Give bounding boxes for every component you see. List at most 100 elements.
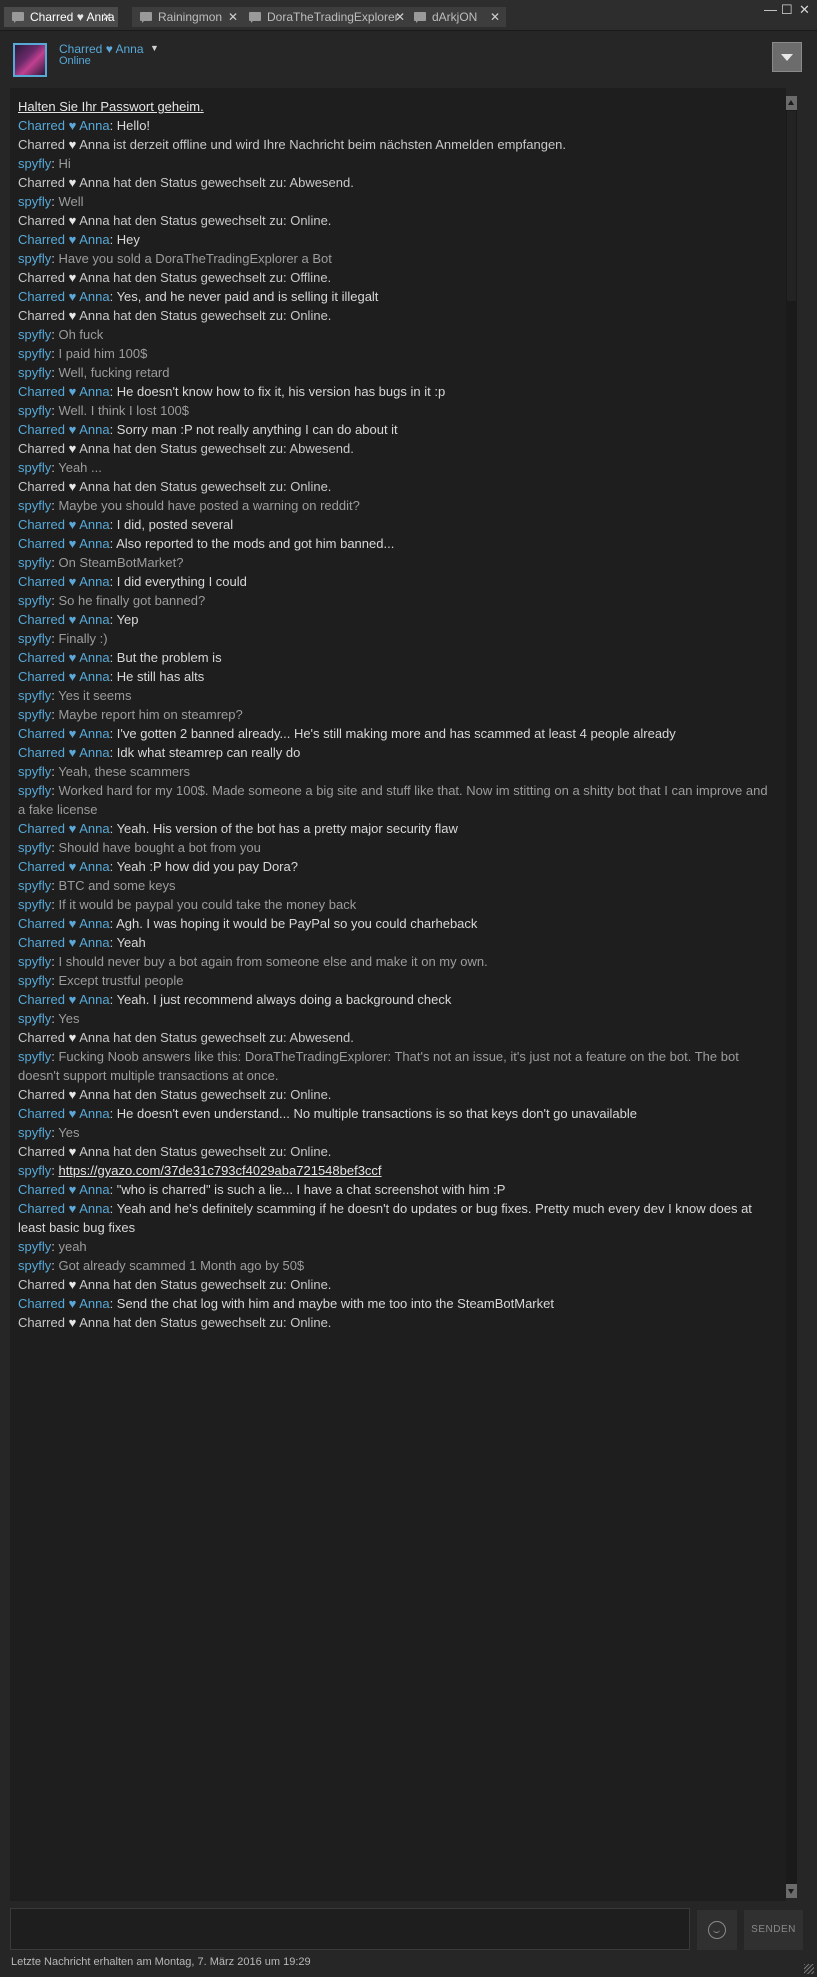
close-icon[interactable]: ✕ bbox=[490, 7, 500, 27]
chat-message: spyfly: I should never buy a bot again f… bbox=[18, 954, 488, 969]
sender-name: spyfly bbox=[18, 764, 52, 779]
sender-name: Charred ♥ Anna bbox=[18, 935, 110, 950]
message-text: Agh. I was hoping it would be PayPal so … bbox=[116, 916, 478, 931]
emoji-button[interactable] bbox=[697, 1910, 737, 1950]
chat-message: spyfly: Fucking Noob answers like this: … bbox=[18, 1049, 739, 1083]
chat-message: Charred ♥ Anna: Yeah bbox=[18, 935, 146, 950]
status-text: Charred ♥ Anna hat den Status gewechselt… bbox=[18, 1277, 332, 1292]
chat-message: Charred ♥ Anna: But the problem is bbox=[18, 650, 222, 665]
chat-message: Charred ♥ Anna: Yeah. I just recommend a… bbox=[18, 992, 452, 1007]
maximize-icon[interactable]: ☐ bbox=[781, 2, 793, 18]
status-line: Charred ♥ Anna hat den Status gewechselt… bbox=[18, 173, 770, 192]
heart-icon: ♥ bbox=[68, 726, 77, 741]
sender-name: spyfly bbox=[18, 1049, 52, 1064]
chat-message: spyfly: If it would be paypal you could … bbox=[18, 897, 357, 912]
chat-message: spyfly: So he finally got banned? bbox=[18, 593, 206, 608]
heart-icon: ♥ bbox=[68, 137, 77, 152]
sender-name: spyfly bbox=[18, 878, 52, 893]
message-text: Well, fucking retard bbox=[58, 365, 170, 380]
sender-name: Charred ♥ Anna bbox=[18, 1296, 110, 1311]
sender-name: Charred ♥ Anna bbox=[18, 916, 110, 931]
scrollbar-thumb[interactable] bbox=[787, 111, 796, 301]
tab-dorathetradingexplorer[interactable]: DoraTheTradingExplorer ✕ bbox=[241, 7, 411, 27]
scroll-up-arrow-icon[interactable] bbox=[786, 96, 797, 110]
chat-message: spyfly: Maybe you should have posted a w… bbox=[18, 498, 360, 513]
chat-message: spyfly: Yeah ... bbox=[18, 460, 102, 475]
tab-darkjon[interactable]: dArkjON ✕ bbox=[406, 7, 506, 27]
heart-icon: ♥ bbox=[68, 669, 77, 684]
message-text: Yeah, these scammers bbox=[58, 764, 190, 779]
heart-icon: ♥ bbox=[68, 422, 77, 437]
status-line: Charred ♥ Anna hat den Status gewechselt… bbox=[18, 1142, 770, 1161]
tab-charred-anna[interactable]: Charred ♥ Anna ✕ bbox=[4, 7, 118, 27]
message-text: Well bbox=[58, 194, 84, 209]
chat-bubble-icon bbox=[12, 12, 24, 23]
sender-name: spyfly bbox=[18, 365, 52, 380]
chat-message: Charred ♥ Anna: He doesn't know how to f… bbox=[18, 384, 446, 399]
message-text: He doesn't even understand... No multipl… bbox=[116, 1106, 638, 1121]
chat-message: Charred ♥ Anna: Hey bbox=[18, 232, 140, 247]
chat-message: Charred ♥ Anna: He doesn't even understa… bbox=[18, 1106, 638, 1121]
chat-menu-button[interactable] bbox=[772, 42, 802, 72]
friend-name-b: Anna bbox=[115, 42, 144, 56]
heart-icon: ♥ bbox=[68, 1182, 77, 1197]
status-line: Charred ♥ Anna hat den Status gewechselt… bbox=[18, 1085, 770, 1104]
status-line: Charred ♥ Anna ist derzeit offline und w… bbox=[18, 135, 770, 154]
sender-name: Charred ♥ Anna bbox=[18, 650, 110, 665]
sender-name: spyfly bbox=[18, 327, 52, 342]
resize-grip-icon[interactable] bbox=[804, 1964, 814, 1974]
chat-header: Charred ♥ Anna ▼ Online bbox=[0, 31, 817, 83]
chat-message: spyfly: Oh fuck bbox=[18, 327, 104, 342]
chat-message: spyfly: Should have bought a bot from yo… bbox=[18, 840, 261, 855]
message-text: Also reported to the mods and got him ba… bbox=[116, 536, 395, 551]
close-icon[interactable]: ✕ bbox=[102, 7, 112, 27]
message-text: On SteamBotMarket? bbox=[58, 555, 184, 570]
message-input[interactable] bbox=[10, 1908, 690, 1950]
message-text: He still has alts bbox=[116, 669, 205, 684]
window-close-icon[interactable]: ✕ bbox=[799, 2, 810, 18]
send-button[interactable]: SENDEN bbox=[744, 1910, 803, 1950]
message-text: Yeah ... bbox=[58, 460, 102, 475]
message-text: Have you sold a DoraTheTradingExplorer a… bbox=[58, 251, 332, 266]
chat-message: Charred ♥ Anna: Also reported to the mod… bbox=[18, 536, 395, 551]
sender-name: Charred ♥ Anna bbox=[18, 669, 110, 684]
chat-message: Charred ♥ Anna: Send the chat log with h… bbox=[18, 1296, 554, 1311]
heart-icon: ♥ bbox=[68, 935, 77, 950]
chevron-down-icon[interactable]: ▼ bbox=[150, 43, 159, 53]
heart-icon: ♥ bbox=[68, 289, 77, 304]
message-text: Worked hard for my 100$. Made someone a … bbox=[18, 783, 768, 817]
scroll-down-arrow-icon[interactable] bbox=[786, 1884, 797, 1898]
message-link[interactable]: https://gyazo.com/37de31c793cf4029aba721… bbox=[58, 1163, 381, 1178]
heart-icon: ♥ bbox=[68, 232, 77, 247]
close-icon[interactable]: ✕ bbox=[228, 7, 238, 27]
message-text: Yes bbox=[58, 1011, 80, 1026]
status-line: Charred ♥ Anna hat den Status gewechselt… bbox=[18, 477, 770, 496]
message-text: Hi bbox=[58, 156, 71, 171]
heart-icon: ♥ bbox=[68, 1315, 77, 1330]
minimize-icon[interactable]: — bbox=[764, 2, 777, 17]
message-list: Halten Sie Ihr Passwort geheim. Charred … bbox=[18, 97, 770, 1332]
sender-name: Charred ♥ Anna bbox=[18, 612, 110, 627]
sender-name: spyfly bbox=[18, 1125, 52, 1140]
message-text: Yeah :P how did you pay Dora? bbox=[116, 859, 298, 874]
tab-rainingmon[interactable]: Rainingmon ✕ bbox=[132, 7, 244, 27]
message-text: Sorry man :P not really anything I can d… bbox=[116, 422, 398, 437]
chat-scrollbar[interactable] bbox=[786, 96, 797, 1898]
heart-icon: ♥ bbox=[68, 821, 77, 836]
friend-name[interactable]: Charred ♥ Anna bbox=[59, 42, 144, 56]
sender-name: spyfly bbox=[18, 1011, 52, 1026]
heart-icon: ♥ bbox=[68, 1277, 77, 1292]
chat-message: spyfly: Have you sold a DoraTheTradingEx… bbox=[18, 251, 332, 266]
message-text: But the problem is bbox=[116, 650, 222, 665]
chat-message: Charred ♥ Anna: Idk what steamrep can re… bbox=[18, 745, 301, 760]
avatar[interactable] bbox=[13, 43, 47, 77]
status-text: Charred ♥ Anna hat den Status gewechselt… bbox=[18, 479, 332, 494]
chat-bubble-icon bbox=[249, 12, 261, 23]
close-icon[interactable]: ✕ bbox=[395, 7, 405, 27]
status-text: Charred ♥ Anna hat den Status gewechselt… bbox=[18, 175, 354, 190]
heart-icon: ♥ bbox=[68, 650, 77, 665]
tab-label-name-a: Charred bbox=[30, 10, 74, 24]
sender-name: spyfly bbox=[18, 631, 52, 646]
chat-message: spyfly: Except trustful people bbox=[18, 973, 184, 988]
sender-name: spyfly bbox=[18, 1163, 52, 1178]
